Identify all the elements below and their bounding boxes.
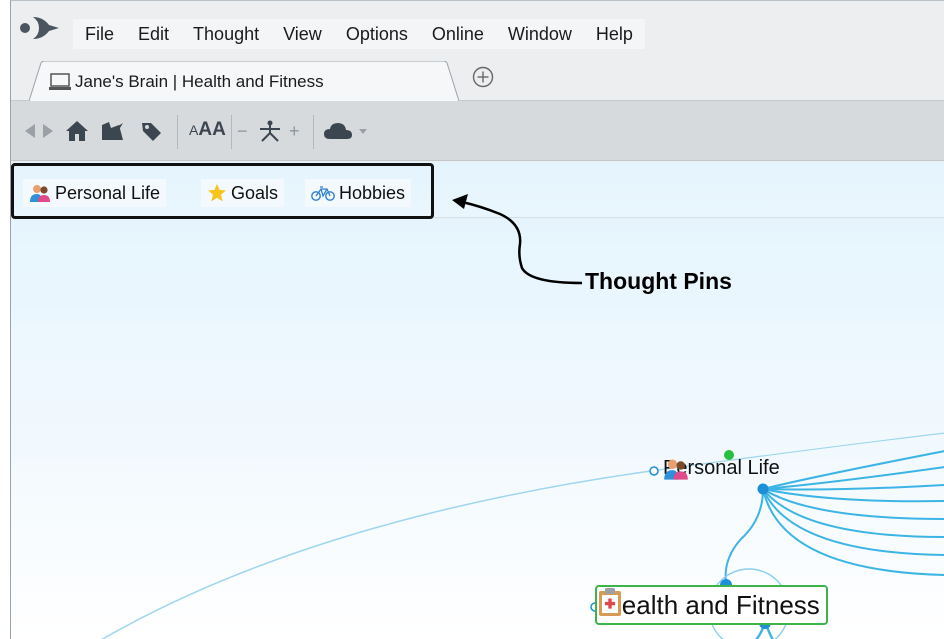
cloud-dropdown-chevron-icon[interactable] (357, 119, 369, 143)
layout-tree-icon[interactable] (257, 119, 283, 143)
gate-circle (649, 466, 659, 476)
toolbar-separator (313, 115, 314, 149)
back-icon[interactable] (23, 119, 37, 143)
brain-window: File Edit Thought View Options Online Wi… (10, 0, 944, 639)
thebrain-logo-icon[interactable] (19, 13, 65, 43)
zoom-in-button[interactable]: + (289, 119, 300, 143)
thought-personal-life[interactable]: Personal Life (663, 457, 780, 480)
tab-janes-brain[interactable]: Jane's Brain | Health and Fitness (29, 61, 459, 101)
font-size-button[interactable]: A AA (189, 118, 226, 142)
tab-title: Jane's Brain | Health and Fitness (75, 72, 324, 91)
menu-bar: File Edit Thought View Options Online Wi… (11, 1, 944, 55)
callout-arrow (452, 194, 583, 285)
toolbar-separator (231, 115, 232, 149)
menu-file[interactable]: File (73, 19, 126, 49)
people-icon (664, 459, 688, 480)
toolbar-separator (177, 115, 178, 149)
menu-view[interactable]: View (271, 19, 334, 49)
menu-thought[interactable]: Thought (181, 19, 271, 49)
brain-laptop-icon (49, 73, 71, 90)
zoom-out-button[interactable]: − (237, 119, 248, 143)
menu-help[interactable]: Help (584, 19, 645, 49)
node-dot (757, 483, 769, 495)
forward-icon[interactable] (41, 119, 55, 143)
menu-online[interactable]: Online (420, 19, 496, 49)
active-thought-label: Health and Fitness (603, 589, 820, 620)
menu-edit[interactable]: Edit (126, 19, 181, 49)
menu-window[interactable]: Window (496, 19, 584, 49)
thought-pins-highlight-box (11, 163, 434, 219)
menu-options[interactable]: Options (334, 19, 420, 49)
main-menu: File Edit Thought View Options Online Wi… (73, 19, 645, 49)
thought-pins-callout-label: Thought Pins (585, 268, 732, 294)
toolbar: A AA − + (11, 101, 944, 161)
tag-icon[interactable] (139, 119, 163, 143)
thought-health-and-fitness[interactable]: Health and Fitness (595, 585, 828, 625)
add-tab-icon[interactable] (471, 65, 495, 89)
pin-thought-icon[interactable] (99, 119, 127, 143)
font-size-label: AA (198, 119, 226, 140)
cloud-sync-icon[interactable] (323, 119, 353, 143)
medical-clipboard-icon (599, 588, 621, 616)
tab-bar: Jane's Brain | Health and Fitness (11, 55, 944, 101)
home-icon[interactable] (65, 119, 89, 143)
